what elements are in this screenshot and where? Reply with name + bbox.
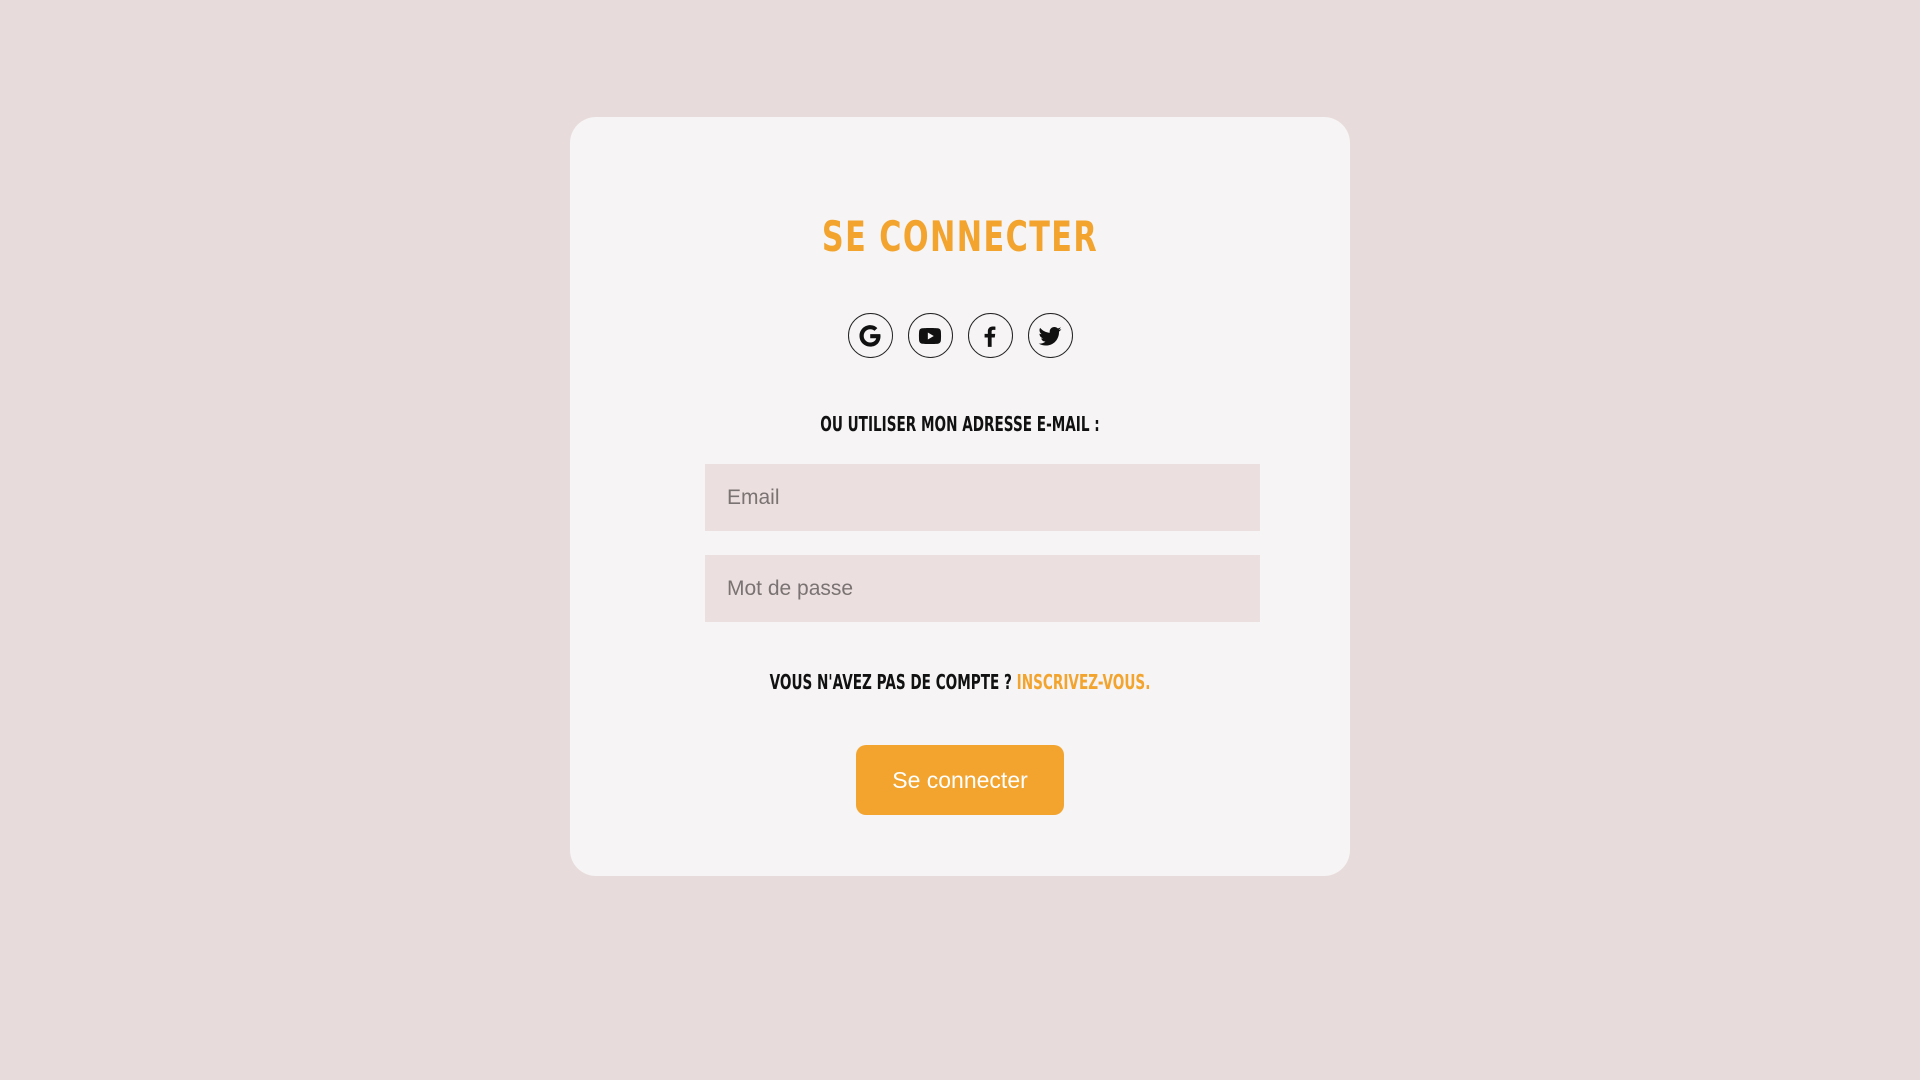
youtube-login-button[interactable] [907,313,953,358]
signup-prompt-line: VOUS N'AVEZ PAS DE COMPTE ? INSCRIVEZ-VO… [695,668,1225,696]
email-input[interactable] [705,464,1260,531]
password-input[interactable] [705,555,1260,622]
facebook-login-button[interactable] [967,313,1013,358]
login-card: SE CONNECTER OU UTILISER MON ADRESSE E-M… [570,117,1350,876]
email-option-label: OU UTILISER MON ADRESSE E-MAIL : [820,412,1100,436]
page-title: SE CONNECTER [821,212,1099,261]
google-icon [857,323,883,349]
twitter-icon [1037,323,1063,349]
login-submit-button[interactable]: Se connecter [856,745,1064,815]
twitter-login-button[interactable] [1027,313,1073,358]
facebook-icon [977,323,1003,349]
social-login-group [570,313,1350,358]
signup-link[interactable]: INSCRIVEZ-VOUS. [1017,670,1151,694]
youtube-icon [917,323,943,349]
signup-prompt-text: VOUS N'AVEZ PAS DE COMPTE ? [769,670,1017,694]
google-login-button[interactable] [847,313,893,358]
